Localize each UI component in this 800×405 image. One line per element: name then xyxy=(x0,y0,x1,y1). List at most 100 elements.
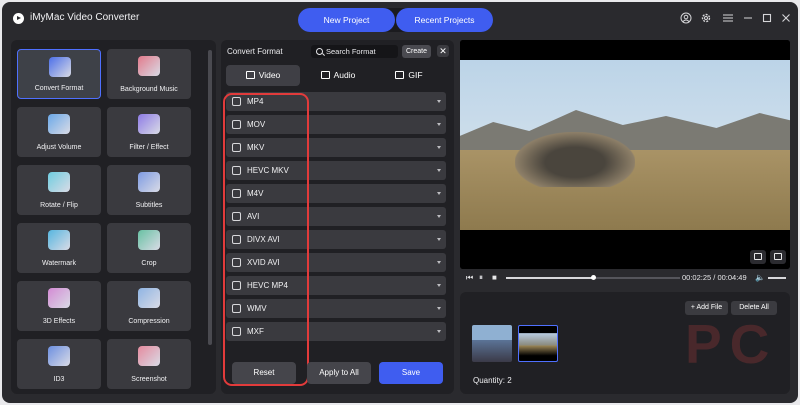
tool-subtitles[interactable]: Subtitles xyxy=(107,165,191,215)
progress-slider[interactable] xyxy=(506,275,680,280)
file-thumbnail[interactable] xyxy=(472,325,512,362)
chevron-down-icon[interactable] xyxy=(437,123,441,126)
menu-icon[interactable] xyxy=(722,12,734,24)
tool-label: Screenshot xyxy=(131,376,167,383)
id3-icon xyxy=(48,346,70,366)
pause-icon[interactable]: ⏸ xyxy=(479,273,483,283)
tool-filter-effect[interactable]: Filter / Effect xyxy=(107,107,191,157)
video-preview[interactable] xyxy=(460,40,790,269)
chevron-down-icon[interactable] xyxy=(437,261,441,264)
video-icon xyxy=(245,71,255,79)
prev-frame-icon[interactable]: ⏮ xyxy=(466,273,473,283)
filter-icon xyxy=(138,114,160,134)
convert-format-panel: Convert Format Search Format Create ✕ Vi… xyxy=(221,40,454,394)
minimize-icon[interactable] xyxy=(742,12,754,24)
watermark-logo: PC xyxy=(685,313,778,375)
tool-3d-effects[interactable]: 3D Effects xyxy=(17,281,101,331)
progress-fill xyxy=(506,277,593,279)
volume-icon xyxy=(48,114,70,134)
close-icon[interactable] xyxy=(780,12,792,24)
tool-label: Subtitles xyxy=(135,202,163,209)
tool-label: Compression xyxy=(128,318,170,325)
chevron-down-icon[interactable] xyxy=(437,146,441,149)
tool-label: Background Music xyxy=(120,86,178,93)
chevron-down-icon[interactable] xyxy=(437,238,441,241)
tool-background-music[interactable]: Background Music xyxy=(107,49,191,99)
highlight-annotation xyxy=(223,93,309,386)
compression-icon xyxy=(138,288,160,308)
chevron-down-icon[interactable] xyxy=(437,169,441,172)
rotate-icon xyxy=(48,172,70,192)
tab-audio-label: Audio xyxy=(333,70,356,80)
gear-icon[interactable] xyxy=(700,12,712,24)
tab-gif[interactable]: GIF xyxy=(374,65,444,86)
tool-convert-format[interactable]: Convert Format xyxy=(17,49,101,99)
snapshot-button[interactable] xyxy=(750,250,766,264)
chevron-down-icon[interactable] xyxy=(437,100,441,103)
tool-crop[interactable]: Crop xyxy=(107,223,191,273)
search-format-input[interactable]: Search Format xyxy=(311,45,398,58)
time-display: 00:02:25 / 00:04:49 xyxy=(682,273,747,282)
tool-label: Filter / Effect xyxy=(129,144,169,151)
tool-rotate-flip[interactable]: Rotate / Flip xyxy=(17,165,101,215)
app-logo-icon xyxy=(13,13,24,24)
fullscreen-button[interactable] xyxy=(770,250,786,264)
recent-projects-tab[interactable]: Recent Projects xyxy=(396,8,493,32)
search-placeholder: Search Format xyxy=(326,47,376,56)
letterbox-top xyxy=(460,40,790,60)
volume-slider[interactable] xyxy=(768,277,786,279)
user-icon[interactable] xyxy=(680,12,692,24)
apply-to-all-button[interactable]: Apply to All xyxy=(307,362,371,384)
tool-screenshot[interactable]: Screenshot xyxy=(107,339,191,389)
reset-button[interactable]: Reset xyxy=(232,362,296,384)
title-bar: iMyMac Video Converter New Project Recen… xyxy=(2,2,798,38)
new-project-tab[interactable]: New Project xyxy=(298,8,395,32)
file-list-panel: + Add File Delete All Quantity: 2 PC xyxy=(460,292,790,394)
progress-knob[interactable] xyxy=(591,275,596,280)
tool-id3[interactable]: ID3 xyxy=(17,339,101,389)
tool-label: Crop xyxy=(141,260,157,267)
save-button[interactable]: Save xyxy=(379,362,443,384)
tool-adjust-volume[interactable]: Adjust Volume xyxy=(17,107,101,157)
chevron-down-icon[interactable] xyxy=(437,330,441,333)
tab-audio[interactable]: Audio xyxy=(303,65,373,86)
camera-icon xyxy=(754,253,762,260)
chevron-down-icon[interactable] xyxy=(437,284,441,287)
tool-label: Adjust Volume xyxy=(36,144,82,151)
app-title: iMyMac Video Converter xyxy=(30,12,140,23)
project-tabs: New Project Recent Projects xyxy=(298,8,493,32)
tab-video[interactable]: Video xyxy=(226,65,300,86)
tool-label: Rotate / Flip xyxy=(40,202,78,209)
volume-icon[interactable]: 🔈 xyxy=(755,273,765,282)
tools-scrollbar[interactable] xyxy=(208,50,212,345)
tool-label: ID3 xyxy=(53,376,65,383)
audio-icon xyxy=(320,71,330,79)
tool-label: Convert Format xyxy=(34,85,84,92)
screenshot-icon xyxy=(138,346,160,366)
file-thumbnail-selected[interactable] xyxy=(518,325,558,362)
letterbox-bottom xyxy=(460,230,790,269)
chevron-down-icon[interactable] xyxy=(437,307,441,310)
close-panel-button[interactable]: ✕ xyxy=(437,45,449,57)
subtitles-icon xyxy=(138,172,160,192)
tool-label: 3D Effects xyxy=(42,318,76,325)
preview-vehicle xyxy=(515,132,635,187)
tools-panel: Convert Format Background Music Adjust Vol… xyxy=(11,40,216,394)
create-button[interactable]: Create xyxy=(402,45,431,58)
stop-icon[interactable]: ■ xyxy=(492,273,497,282)
convert-format-title: Convert Format xyxy=(227,47,283,56)
tool-label: Watermark xyxy=(42,260,76,267)
chevron-down-icon[interactable] xyxy=(437,192,441,195)
tool-watermark[interactable]: Watermark xyxy=(17,223,101,273)
app-window: iMyMac Video Converter New Project Recen… xyxy=(2,2,798,403)
search-icon xyxy=(316,48,323,55)
convert-icon xyxy=(49,57,71,77)
3d-glasses-icon xyxy=(48,288,70,308)
fullscreen-icon xyxy=(774,253,782,260)
chevron-down-icon[interactable] xyxy=(437,215,441,218)
tab-gif-label: GIF xyxy=(408,70,423,80)
crop-icon xyxy=(138,230,160,250)
tool-compression[interactable]: Compression xyxy=(107,281,191,331)
tab-video-label: Video xyxy=(258,70,281,80)
maximize-icon[interactable] xyxy=(761,12,773,24)
